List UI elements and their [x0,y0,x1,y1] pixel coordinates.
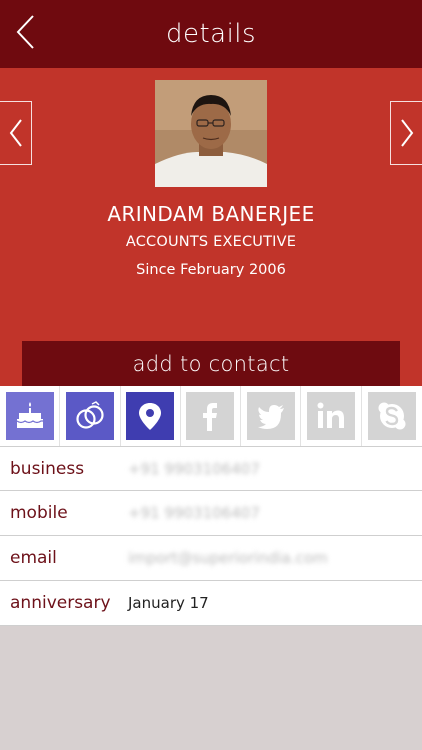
detail-value[interactable]: import@superiorindia.com [128,549,328,567]
back-button[interactable] [10,12,40,52]
tile-skype[interactable] [362,386,422,446]
profile-photo [155,80,267,187]
detail-value[interactable]: +91 9903106407 [128,504,260,522]
tile-facebook[interactable] [181,386,242,446]
detail-row-email[interactable]: email import@superiorindia.com [0,536,422,581]
detail-row-anniversary: anniversary January 17 [0,581,422,626]
birthday-cake-icon[interactable] [5,392,54,440]
next-contact-button[interactable] [390,101,422,165]
detail-label: mobile [10,503,68,523]
detail-label: email [10,548,57,568]
previous-contact-button[interactable] [0,101,32,165]
detail-value[interactable]: +91 9903106407 [128,460,260,478]
avatar [155,80,267,187]
contact-name: ARINDAM BANERJEE [107,202,315,226]
detail-row-business[interactable]: business +91 9903106407 [0,446,422,491]
chevron-left-icon [16,15,34,49]
detail-row-mobile[interactable]: mobile +91 9903106407 [0,491,422,536]
rings-icon[interactable] [65,392,114,440]
contact-details: business +91 9903106407 mobile +91 99031… [0,446,422,626]
detail-label: business [10,458,85,479]
tile-birthday[interactable] [0,386,61,446]
tile-anniversary[interactable] [60,386,121,446]
linkedin-icon[interactable] [307,392,356,440]
facebook-icon[interactable] [186,392,235,440]
detail-value: January 17 [128,594,209,612]
profile-header: ARINDAM BANERJEE ACCOUNTS EXECUTIVE Sinc… [0,68,422,386]
twitter-icon[interactable] [246,392,295,440]
empty-footer-area [0,628,422,750]
tile-twitter[interactable] [241,386,302,446]
action-tiles [0,386,422,446]
page-title: details [165,19,257,49]
chevron-right-icon [400,119,413,147]
contact-since: Since February 2006 [136,262,286,278]
tile-location[interactable] [121,386,181,446]
top-bar: details [0,0,422,68]
skype-icon[interactable] [367,392,416,440]
contact-role: ACCOUNTS EXECUTIVE [125,234,297,250]
add-to-contact-button[interactable]: add to contact [22,341,400,386]
detail-label: anniversary [10,593,111,613]
location-pin-icon[interactable] [126,392,175,440]
chevron-left-icon [9,119,22,147]
tile-linkedin[interactable] [301,386,362,446]
